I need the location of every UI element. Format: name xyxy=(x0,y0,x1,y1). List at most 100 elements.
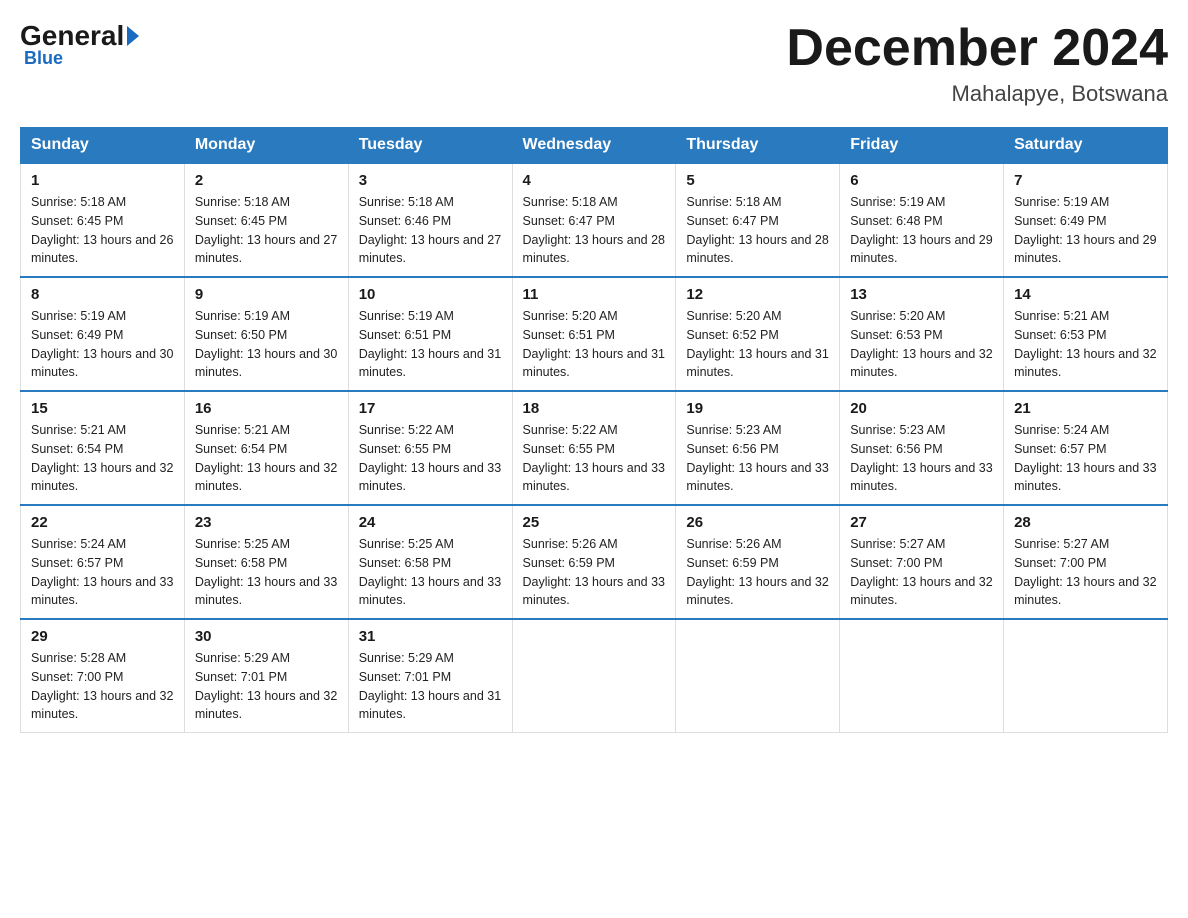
day-number: 11 xyxy=(523,286,666,303)
header-monday: Monday xyxy=(184,128,348,164)
title-section: December 2024 Mahalapye, Botswana xyxy=(786,20,1168,107)
day-info: Sunrise: 5:21 AMSunset: 6:54 PMDaylight:… xyxy=(195,421,338,496)
calendar-cell: 19 Sunrise: 5:23 AMSunset: 6:56 PMDayligh… xyxy=(676,391,840,505)
day-info: Sunrise: 5:22 AMSunset: 6:55 PMDaylight:… xyxy=(523,421,666,496)
calendar-week-row: 29 Sunrise: 5:28 AMSunset: 7:00 PMDayligh… xyxy=(21,619,1168,733)
day-number: 22 xyxy=(31,514,174,531)
day-number: 6 xyxy=(850,172,993,189)
logo-blue-text: Blue xyxy=(20,48,63,69)
calendar-week-row: 22 Sunrise: 5:24 AMSunset: 6:57 PMDayligh… xyxy=(21,505,1168,619)
page-header: General Blue December 2024 Mahalapye, Bo… xyxy=(20,20,1168,107)
day-number: 13 xyxy=(850,286,993,303)
calendar-cell: 18 Sunrise: 5:22 AMSunset: 6:55 PMDayligh… xyxy=(512,391,676,505)
day-info: Sunrise: 5:20 AMSunset: 6:52 PMDaylight:… xyxy=(686,307,829,382)
location-subtitle: Mahalapye, Botswana xyxy=(786,81,1168,107)
calendar-cell: 16 Sunrise: 5:21 AMSunset: 6:54 PMDayligh… xyxy=(184,391,348,505)
day-info: Sunrise: 5:29 AMSunset: 7:01 PMDaylight:… xyxy=(359,649,502,724)
day-info: Sunrise: 5:24 AMSunset: 6:57 PMDaylight:… xyxy=(1014,421,1157,496)
calendar-cell: 25 Sunrise: 5:26 AMSunset: 6:59 PMDayligh… xyxy=(512,505,676,619)
day-number: 7 xyxy=(1014,172,1157,189)
day-info: Sunrise: 5:25 AMSunset: 6:58 PMDaylight:… xyxy=(359,535,502,610)
calendar-cell: 29 Sunrise: 5:28 AMSunset: 7:00 PMDayligh… xyxy=(21,619,185,733)
calendar-cell: 17 Sunrise: 5:22 AMSunset: 6:55 PMDayligh… xyxy=(348,391,512,505)
header-thursday: Thursday xyxy=(676,128,840,164)
calendar-cell: 21 Sunrise: 5:24 AMSunset: 6:57 PMDayligh… xyxy=(1004,391,1168,505)
day-number: 18 xyxy=(523,400,666,417)
day-number: 21 xyxy=(1014,400,1157,417)
calendar-cell: 4Sunrise: 5:18 AMSunset: 6:47 PMDaylight… xyxy=(512,163,676,277)
day-number: 3 xyxy=(359,172,502,189)
calendar-cell: 15Sunrise: 5:21 AMSunset: 6:54 PMDayligh… xyxy=(21,391,185,505)
calendar-cell: 22 Sunrise: 5:24 AMSunset: 6:57 PMDayligh… xyxy=(21,505,185,619)
calendar-cell: 28 Sunrise: 5:27 AMSunset: 7:00 PMDayligh… xyxy=(1004,505,1168,619)
day-info: Sunrise: 5:18 AMSunset: 6:45 PMDaylight:… xyxy=(31,193,174,268)
day-info: Sunrise: 5:23 AMSunset: 6:56 PMDaylight:… xyxy=(850,421,993,496)
day-info: Sunrise: 5:19 AMSunset: 6:51 PMDaylight:… xyxy=(359,307,502,382)
calendar-cell: 23 Sunrise: 5:25 AMSunset: 6:58 PMDayligh… xyxy=(184,505,348,619)
day-info: Sunrise: 5:20 AMSunset: 6:51 PMDaylight:… xyxy=(523,307,666,382)
calendar-week-row: 15Sunrise: 5:21 AMSunset: 6:54 PMDayligh… xyxy=(21,391,1168,505)
day-info: Sunrise: 5:26 AMSunset: 6:59 PMDaylight:… xyxy=(686,535,829,610)
calendar-cell: 9 Sunrise: 5:19 AMSunset: 6:50 PMDaylight… xyxy=(184,277,348,391)
day-info: Sunrise: 5:21 AMSunset: 6:54 PMDaylight:… xyxy=(31,421,174,496)
day-number: 27 xyxy=(850,514,993,531)
day-number: 12 xyxy=(686,286,829,303)
calendar-cell: 13Sunrise: 5:20 AMSunset: 6:53 PMDayligh… xyxy=(840,277,1004,391)
header-wednesday: Wednesday xyxy=(512,128,676,164)
day-info: Sunrise: 5:19 AMSunset: 6:48 PMDaylight:… xyxy=(850,193,993,268)
header-tuesday: Tuesday xyxy=(348,128,512,164)
calendar-cell: 27 Sunrise: 5:27 AMSunset: 7:00 PMDayligh… xyxy=(840,505,1004,619)
calendar-cell xyxy=(1004,619,1168,733)
day-number: 19 xyxy=(686,400,829,417)
calendar-cell: 12 Sunrise: 5:20 AMSunset: 6:52 PMDayligh… xyxy=(676,277,840,391)
day-info: Sunrise: 5:19 AMSunset: 6:50 PMDaylight:… xyxy=(195,307,338,382)
calendar-cell: 30Sunrise: 5:29 AMSunset: 7:01 PMDayligh… xyxy=(184,619,348,733)
day-number: 16 xyxy=(195,400,338,417)
day-info: Sunrise: 5:25 AMSunset: 6:58 PMDaylight:… xyxy=(195,535,338,610)
day-number: 23 xyxy=(195,514,338,531)
day-info: Sunrise: 5:18 AMSunset: 6:45 PMDaylight:… xyxy=(195,193,338,268)
calendar-week-row: 1 Sunrise: 5:18 AMSunset: 6:45 PMDaylight… xyxy=(21,163,1168,277)
logo-triangle-icon xyxy=(127,26,139,46)
day-info: Sunrise: 5:22 AMSunset: 6:55 PMDaylight:… xyxy=(359,421,502,496)
calendar-week-row: 8Sunrise: 5:19 AMSunset: 6:49 PMDaylight… xyxy=(21,277,1168,391)
day-number: 10 xyxy=(359,286,502,303)
calendar-cell xyxy=(512,619,676,733)
day-number: 1 xyxy=(31,172,174,189)
day-info: Sunrise: 5:27 AMSunset: 7:00 PMDaylight:… xyxy=(1014,535,1157,610)
day-info: Sunrise: 5:27 AMSunset: 7:00 PMDaylight:… xyxy=(850,535,993,610)
calendar-cell: 24Sunrise: 5:25 AMSunset: 6:58 PMDayligh… xyxy=(348,505,512,619)
day-number: 28 xyxy=(1014,514,1157,531)
calendar-header-row: SundayMondayTuesdayWednesdayThursdayFrid… xyxy=(21,128,1168,164)
day-info: Sunrise: 5:18 AMSunset: 6:46 PMDaylight:… xyxy=(359,193,502,268)
header-sunday: Sunday xyxy=(21,128,185,164)
day-number: 25 xyxy=(523,514,666,531)
calendar-cell: 2 Sunrise: 5:18 AMSunset: 6:45 PMDaylight… xyxy=(184,163,348,277)
calendar-cell: 5 Sunrise: 5:18 AMSunset: 6:47 PMDaylight… xyxy=(676,163,840,277)
day-info: Sunrise: 5:23 AMSunset: 6:56 PMDaylight:… xyxy=(686,421,829,496)
logo: General Blue xyxy=(20,20,142,69)
header-saturday: Saturday xyxy=(1004,128,1168,164)
day-number: 26 xyxy=(686,514,829,531)
day-info: Sunrise: 5:19 AMSunset: 6:49 PMDaylight:… xyxy=(31,307,174,382)
calendar-cell: 31Sunrise: 5:29 AMSunset: 7:01 PMDayligh… xyxy=(348,619,512,733)
calendar-cell: 26 Sunrise: 5:26 AMSunset: 6:59 PMDayligh… xyxy=(676,505,840,619)
day-info: Sunrise: 5:26 AMSunset: 6:59 PMDaylight:… xyxy=(523,535,666,610)
calendar-cell: 10 Sunrise: 5:19 AMSunset: 6:51 PMDayligh… xyxy=(348,277,512,391)
calendar-cell: 11 Sunrise: 5:20 AMSunset: 6:51 PMDayligh… xyxy=(512,277,676,391)
day-number: 17 xyxy=(359,400,502,417)
day-number: 2 xyxy=(195,172,338,189)
calendar-cell xyxy=(840,619,1004,733)
day-info: Sunrise: 5:19 AMSunset: 6:49 PMDaylight:… xyxy=(1014,193,1157,268)
day-info: Sunrise: 5:21 AMSunset: 6:53 PMDaylight:… xyxy=(1014,307,1157,382)
day-number: 14 xyxy=(1014,286,1157,303)
day-number: 9 xyxy=(195,286,338,303)
calendar-cell: 1 Sunrise: 5:18 AMSunset: 6:45 PMDaylight… xyxy=(21,163,185,277)
day-info: Sunrise: 5:18 AMSunset: 6:47 PMDaylight:… xyxy=(686,193,829,268)
day-number: 29 xyxy=(31,628,174,645)
day-number: 30 xyxy=(195,628,338,645)
day-number: 5 xyxy=(686,172,829,189)
day-number: 20 xyxy=(850,400,993,417)
day-info: Sunrise: 5:24 AMSunset: 6:57 PMDaylight:… xyxy=(31,535,174,610)
day-info: Sunrise: 5:28 AMSunset: 7:00 PMDaylight:… xyxy=(31,649,174,724)
